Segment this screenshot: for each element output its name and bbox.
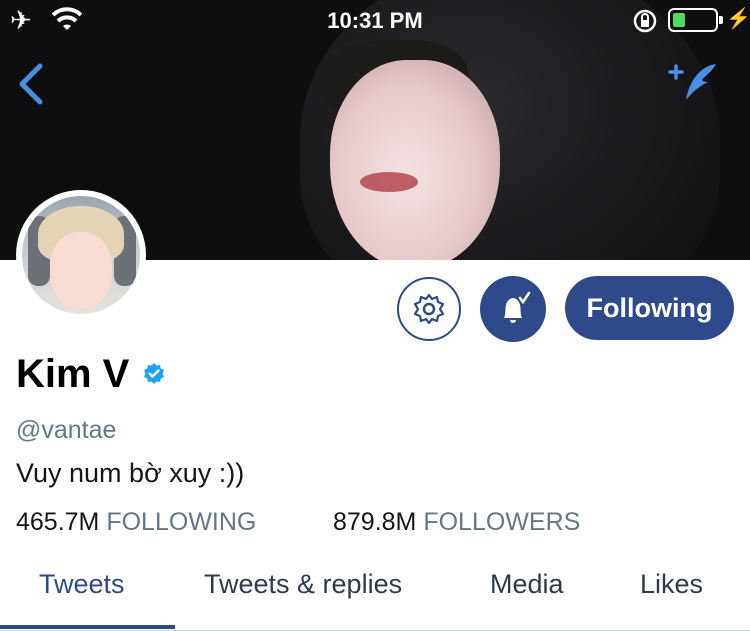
profile-tabs: Tweets Tweets & replies Media Likes <box>0 555 750 631</box>
back-button[interactable] <box>14 60 48 108</box>
followers-label: FOLLOWERS <box>423 508 581 536</box>
bell-check-icon <box>504 291 531 323</box>
avatar-image <box>22 196 140 314</box>
tab-tweets-replies[interactable]: Tweets & replies <box>204 569 402 600</box>
battery-icon <box>668 8 723 32</box>
compose-tweet-button[interactable] <box>666 60 722 106</box>
tab-media[interactable]: Media <box>490 569 564 600</box>
tab-tweets[interactable]: Tweets <box>39 569 125 600</box>
quill-plus-icon <box>668 64 716 100</box>
verified-badge-icon <box>144 363 164 384</box>
active-tab-indicator <box>0 625 175 629</box>
status-bar: ✈ 10:31 PM ⚡ <box>0 0 750 40</box>
followers-stat[interactable]: 879.8M FOLLOWERS <box>333 508 580 537</box>
following-button[interactable]: Following <box>565 276 734 340</box>
followers-count: 879.8M <box>333 508 417 536</box>
profile-bio: Vuy num bờ xuy :)) <box>16 458 245 488</box>
chevron-left-icon <box>19 63 43 105</box>
following-count: 465.7M <box>16 508 100 536</box>
banner-lips-shape <box>360 172 418 192</box>
tab-likes[interactable]: Likes <box>640 569 703 600</box>
notifications-button[interactable] <box>480 276 546 342</box>
banner-face-shape <box>330 60 500 260</box>
avatar[interactable] <box>16 190 146 320</box>
following-stat[interactable]: 465.7M FOLLOWING <box>16 508 256 537</box>
profile-name: Kim V <box>16 352 130 396</box>
profile-settings-button[interactable] <box>397 277 461 341</box>
rotation-lock-icon <box>633 9 657 33</box>
profile-handle: @vantae <box>16 416 117 444</box>
charging-bolt-icon: ⚡ <box>726 8 750 30</box>
gear-icon <box>413 293 445 325</box>
following-label: FOLLOWING <box>106 508 257 536</box>
